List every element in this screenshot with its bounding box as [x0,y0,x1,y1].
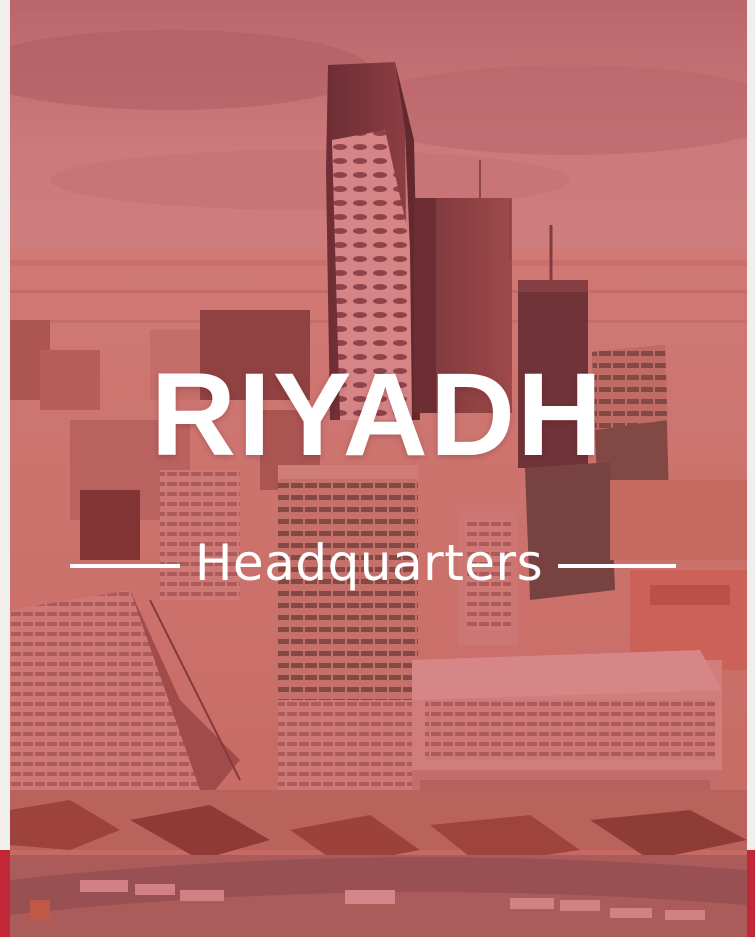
divider-left [70,564,180,568]
poster-card: RIYADH Headquarters [0,0,755,937]
accent-bar-right [747,850,755,937]
divider-right [558,564,676,568]
tagline: Headquarters [194,534,544,592]
city-title: RIYADH [150,349,605,481]
tagline-row: Headquarters [0,528,755,598]
accent-bar-left [0,850,10,937]
